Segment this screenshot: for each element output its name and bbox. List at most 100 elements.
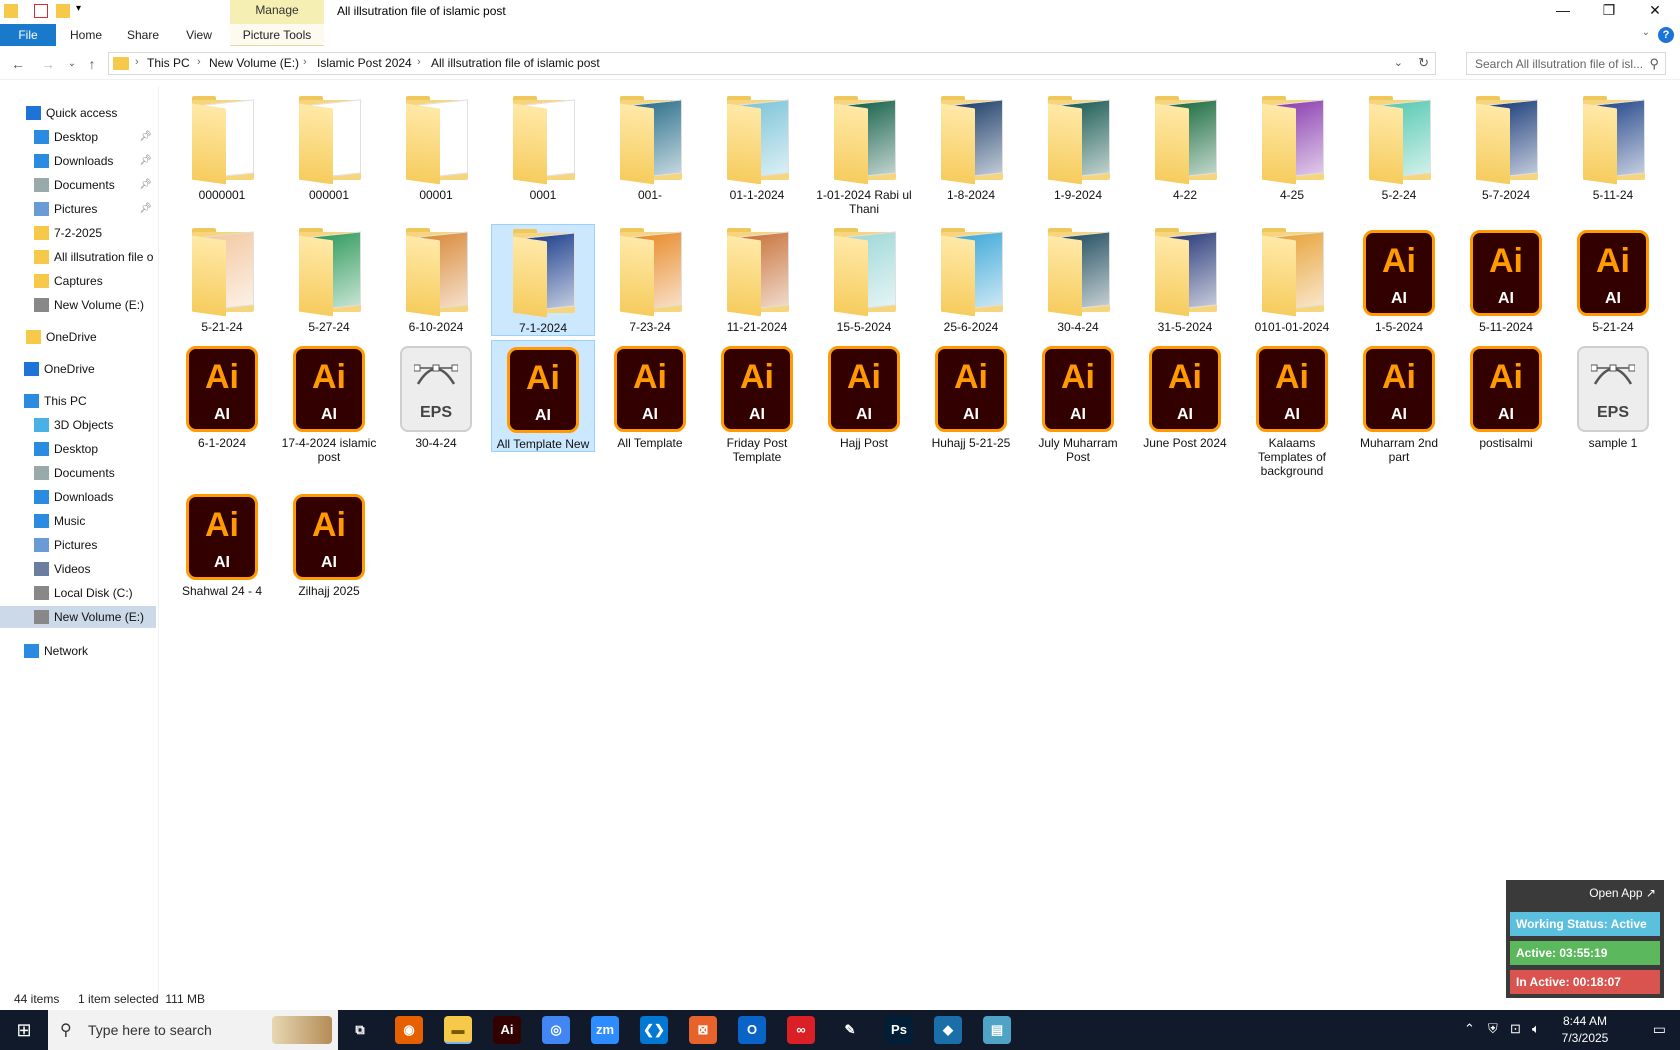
sidebar-item-onedrive[interactable]: OneDrive <box>24 358 156 380</box>
windows-start-icon[interactable]: ⊞ <box>0 1010 48 1050</box>
network-icon[interactable]: ⊡ <box>1510 1021 1521 1037</box>
file-item[interactable]: Ai AI Hajj Post <box>812 340 916 450</box>
sidebar-item-onedrive[interactable]: OneDrive <box>26 326 156 348</box>
sidebar-item-7-2-2025[interactable]: 7-2-2025 <box>34 222 156 244</box>
file-item[interactable]: EPS sample 1 <box>1561 340 1665 450</box>
taskbar-search-input[interactable]: ⚲ Type here to search <box>48 1010 338 1050</box>
folder-item[interactable]: 000001 <box>277 92 381 202</box>
up-arrow-icon[interactable]: ↑ <box>82 54 102 74</box>
tab-picture-tools[interactable]: Picture Tools <box>230 24 324 46</box>
sidebar-item-pictures[interactable]: Pictures 📌︎ <box>34 198 156 220</box>
clock-date[interactable]: 7/3/2025 <box>1550 1031 1620 1045</box>
manage-tab[interactable]: Manage <box>230 0 324 24</box>
folder-item[interactable]: 7-1-2024 <box>491 224 595 336</box>
properties-icon[interactable] <box>34 4 48 18</box>
chevron-down-icon[interactable]: ⌄ <box>1642 27 1650 38</box>
photoshop-icon[interactable]: Ps <box>885 1016 913 1044</box>
app-orange-icon[interactable]: ⊠ <box>689 1016 717 1044</box>
sidebar-item-this-pc[interactable]: This PC <box>24 390 156 412</box>
sidebar-item-desktop[interactable]: Desktop 📌︎ <box>34 126 156 148</box>
folder-icon[interactable] <box>4 4 18 18</box>
zoom-icon[interactable]: zm <box>591 1016 619 1044</box>
app-blue-icon[interactable]: ◆ <box>934 1016 962 1044</box>
volume-icon[interactable]: 🔈︎ <box>1532 1021 1540 1037</box>
folder-item[interactable]: 01-1-2024 <box>705 92 809 202</box>
tab-file[interactable]: File <box>0 24 56 46</box>
new-folder-icon[interactable] <box>56 4 70 18</box>
pin-icon[interactable]: 📌︎ <box>139 150 152 172</box>
firefox-icon[interactable]: ◉ <box>395 1016 423 1044</box>
open-app-link[interactable]: Open App ↗ <box>1589 886 1656 900</box>
sidebar-item-network[interactable]: Network <box>24 640 156 662</box>
sidebar-item-desktop[interactable]: Desktop <box>34 438 156 460</box>
back-arrow-icon[interactable]: ← <box>8 54 28 74</box>
tab-home[interactable]: Home <box>62 24 110 46</box>
sidebar-item-music[interactable]: Music <box>34 510 156 532</box>
folder-item[interactable]: 00001 <box>384 92 488 202</box>
folder-item[interactable]: 1-01-2024 Rabi ul Thani <box>812 92 916 216</box>
sidebar-item-captures[interactable]: Captures <box>34 270 156 292</box>
chrome-icon[interactable]: ◎ <box>542 1016 570 1044</box>
clock-time[interactable]: 8:44 AM <box>1550 1014 1620 1028</box>
folder-item[interactable]: 4-22 <box>1133 92 1237 202</box>
vpn-icon[interactable]: ⛨ <box>1488 1021 1498 1037</box>
crumb-new-volume[interactable]: New Volume (E:) <box>209 56 299 70</box>
folder-item[interactable]: 001- <box>598 92 702 202</box>
folder-item[interactable]: 6-10-2024 <box>384 224 488 334</box>
tab-view[interactable]: View <box>176 24 222 46</box>
chevron-up-icon[interactable]: ⌃ <box>1464 1021 1475 1037</box>
file-item[interactable]: Ai AI All Template <box>598 340 702 450</box>
folder-item[interactable]: 0000001 <box>170 92 274 202</box>
pin-icon[interactable]: 📌︎ <box>139 126 152 148</box>
folder-item[interactable]: 0001 <box>491 92 595 202</box>
breadcrumb[interactable]: › This PC › New Volume (E:) › Islamic Po… <box>108 52 1436 75</box>
file-item[interactable]: Ai AI July Muharram Post <box>1026 340 1130 464</box>
crumb-islamic-post[interactable]: Islamic Post 2024 <box>317 56 412 70</box>
sidebar-item-videos[interactable]: Videos <box>34 558 156 580</box>
sidebar-item-pictures[interactable]: Pictures <box>34 534 156 556</box>
sidebar-item-documents[interactable]: Documents <box>34 462 156 484</box>
notification-icon[interactable]: ▭ <box>1653 1021 1666 1038</box>
forward-arrow-icon[interactable]: → <box>38 54 58 74</box>
folder-item[interactable]: 15-5-2024 <box>812 224 916 334</box>
task-view-icon[interactable]: ⧉ <box>346 1016 374 1044</box>
file-item[interactable]: Ai AI 5-11-2024 <box>1454 224 1558 334</box>
creative-cloud-icon[interactable]: ∞ <box>787 1016 815 1044</box>
sidebar-item-downloads[interactable]: Downloads <box>34 486 156 508</box>
recent-locations-icon[interactable]: ⌄ <box>62 54 82 74</box>
file-item[interactable]: Ai AI Friday Post Template <box>705 340 809 464</box>
folder-item[interactable]: 5-21-24 <box>170 224 274 334</box>
file-item[interactable]: Ai AI postisalmi <box>1454 340 1558 450</box>
app-notes-icon[interactable]: ▤ <box>983 1016 1011 1044</box>
sidebar-item-quick-access[interactable]: Quick access <box>26 102 156 124</box>
file-item[interactable]: Ai AI Huhajj 5-21-25 <box>919 340 1023 450</box>
help-icon[interactable]: ? <box>1658 27 1674 43</box>
refresh-icon[interactable]: ↻ <box>1418 55 1429 71</box>
folder-item[interactable]: 30-4-24 <box>1026 224 1130 334</box>
pen-tool-icon[interactable]: ✎ <box>836 1016 864 1044</box>
pane-divider[interactable] <box>158 86 159 998</box>
sidebar-item-documents[interactable]: Documents 📌︎ <box>34 174 156 196</box>
customize-qat-icon[interactable]: ▾ <box>76 3 81 14</box>
folder-item[interactable]: 31-5-2024 <box>1133 224 1237 334</box>
folder-item[interactable]: 1-9-2024 <box>1026 92 1130 202</box>
restore-button[interactable]: ❐ <box>1586 0 1632 22</box>
folder-item[interactable]: 5-7-2024 <box>1454 92 1558 202</box>
file-item[interactable]: Ai AI June Post 2024 <box>1133 340 1237 450</box>
file-item[interactable]: Ai AI Zilhajj 2025 <box>277 488 381 598</box>
folder-item[interactable]: 5-27-24 <box>277 224 381 334</box>
file-explorer-icon[interactable]: ▬ <box>444 1016 472 1044</box>
file-item[interactable]: Ai AI 1-5-2024 <box>1347 224 1451 334</box>
search-input[interactable]: Search All illsutration file of isl... ⚲ <box>1466 52 1666 75</box>
pin-icon[interactable]: 📌︎ <box>139 174 152 196</box>
folder-item[interactable]: 1-8-2024 <box>919 92 1023 202</box>
vscode-icon[interactable]: ❮❯ <box>640 1016 668 1044</box>
file-item[interactable]: Ai AI Shahwal 24 - 4 <box>170 488 274 598</box>
crumb-current-folder[interactable]: All illsutration file of islamic post <box>431 56 600 70</box>
crumb-this-pc[interactable]: This PC <box>147 56 190 70</box>
folder-item[interactable]: 4-25 <box>1240 92 1344 202</box>
illustrator-icon[interactable]: Ai <box>493 1016 521 1044</box>
folder-item[interactable]: 5-11-24 <box>1561 92 1665 202</box>
chevron-down-icon[interactable]: ⌄ <box>1394 56 1403 69</box>
file-item[interactable]: EPS 30-4-24 <box>384 340 488 450</box>
